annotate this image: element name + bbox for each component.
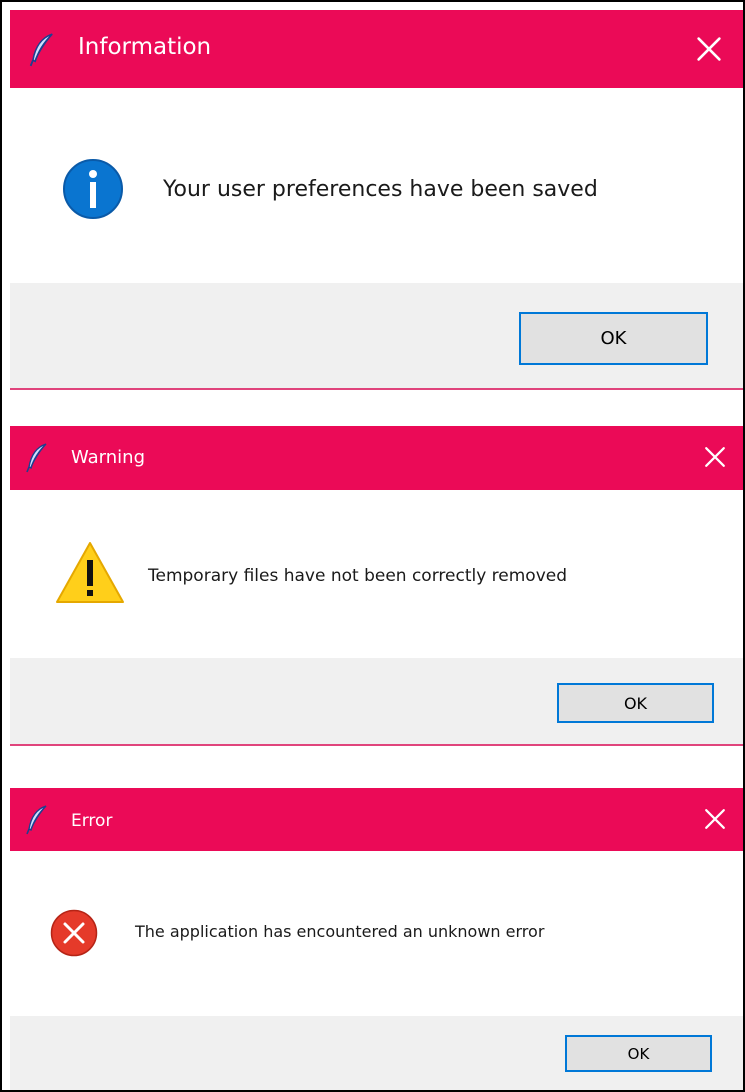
feather-icon <box>28 33 56 67</box>
error-dialog: Error The application has encountered an… <box>10 788 745 1092</box>
title-bar: Warning <box>10 426 745 490</box>
error-icon <box>50 909 98 957</box>
close-icon[interactable] <box>704 446 726 468</box>
button-bar: OK <box>10 1016 745 1092</box>
message-area: Temporary files have not been correctly … <box>10 490 745 658</box>
button-bar: OK <box>10 658 745 744</box>
message-text: The application has encountered an unkno… <box>135 922 545 941</box>
close-icon[interactable] <box>704 808 726 830</box>
info-icon <box>63 159 123 219</box>
button-bar: OK <box>10 283 745 388</box>
title-bar: Error <box>10 788 745 851</box>
dialog-title: Information <box>78 34 212 60</box>
feather-icon <box>25 805 49 835</box>
message-text: Temporary files have not been correctly … <box>148 566 568 586</box>
message-area: Your user preferences have been saved <box>10 88 745 283</box>
dialog-separator <box>10 744 745 746</box>
ok-button[interactable]: OK <box>565 1035 712 1072</box>
message-text: Your user preferences have been saved <box>163 177 598 202</box>
ok-button[interactable]: OK <box>557 683 714 723</box>
close-icon[interactable] <box>696 36 722 62</box>
warning-icon <box>56 542 124 603</box>
feather-icon <box>25 443 49 473</box>
dialog-title: Error <box>71 811 113 831</box>
information-dialog: Information Your user preferences have b… <box>10 10 745 388</box>
title-bar: Information <box>10 10 745 88</box>
dialog-separator <box>10 388 745 390</box>
message-area: The application has encountered an unkno… <box>10 851 745 1016</box>
warning-dialog: Warning Temporary files have not been co… <box>10 426 745 744</box>
dialog-title: Warning <box>71 447 146 468</box>
ok-button[interactable]: OK <box>519 312 708 365</box>
